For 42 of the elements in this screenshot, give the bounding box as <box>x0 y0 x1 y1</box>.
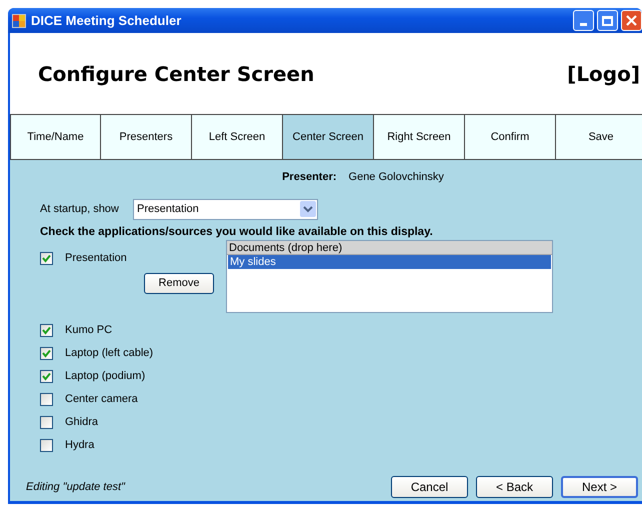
tab[interactable]: Confirm <box>465 115 556 160</box>
window-title: DICE Meeting Scheduler <box>31 12 182 30</box>
tab[interactable]: Right Screen <box>374 115 465 160</box>
logo-text: [Logo] <box>567 60 640 88</box>
checkbox-label[interactable]: Hydra <box>65 437 94 454</box>
page-title: Configure Center Screen <box>38 60 314 88</box>
tab[interactable]: Time/Name <box>10 115 101 160</box>
list-header: Documents (drop here) <box>227 240 552 255</box>
remove-button[interactable]: Remove <box>144 272 214 294</box>
checkbox-label[interactable]: Laptop (podium) <box>65 368 146 384</box>
close-icon <box>626 15 637 26</box>
tab[interactable]: Center Screen <box>283 115 374 160</box>
checkbox[interactable] <box>40 370 53 383</box>
startup-label: At startup, show <box>40 202 120 217</box>
checkbox[interactable] <box>40 416 53 429</box>
documents-list[interactable]: Documents (drop here) My slides <box>226 240 553 313</box>
startup-dropdown[interactable]: Presentation <box>133 198 318 220</box>
checkbox-label[interactable]: Ghidra <box>65 414 98 430</box>
dialog-button[interactable]: < Back <box>476 476 553 498</box>
maximize-button[interactable] <box>597 10 618 31</box>
tab[interactable]: Presenters <box>101 115 192 160</box>
presenter-name: Gene Golovchinsky <box>348 170 444 185</box>
presenter-label: Presenter: <box>282 170 337 185</box>
checkbox-label[interactable]: Kumo PC <box>65 322 112 338</box>
checkbox[interactable] <box>40 438 53 452</box>
list-item[interactable]: My slides <box>228 254 551 269</box>
status-text: Editing "update test" <box>26 480 126 495</box>
app-icon <box>12 14 26 28</box>
tab[interactable]: Left Screen <box>192 115 283 160</box>
instruction-text: Check the applications/sources you would like available on this display. <box>40 224 434 240</box>
tab[interactable]: Save <box>556 115 642 160</box>
checkbox-label[interactable]: Presentation <box>65 250 127 266</box>
checkbox[interactable] <box>40 252 53 265</box>
dialog-button[interactable]: Next > <box>561 476 638 498</box>
minimize-button[interactable] <box>573 10 594 31</box>
checkbox-label[interactable]: Laptop (left cable) <box>65 345 154 362</box>
dialog-button[interactable]: Cancel <box>391 476 468 498</box>
checkbox[interactable] <box>40 392 53 406</box>
close-button[interactable] <box>621 10 642 31</box>
checkbox[interactable] <box>40 324 53 337</box>
checkbox[interactable] <box>40 346 53 360</box>
checkbox-label[interactable]: Center camera <box>65 391 138 408</box>
